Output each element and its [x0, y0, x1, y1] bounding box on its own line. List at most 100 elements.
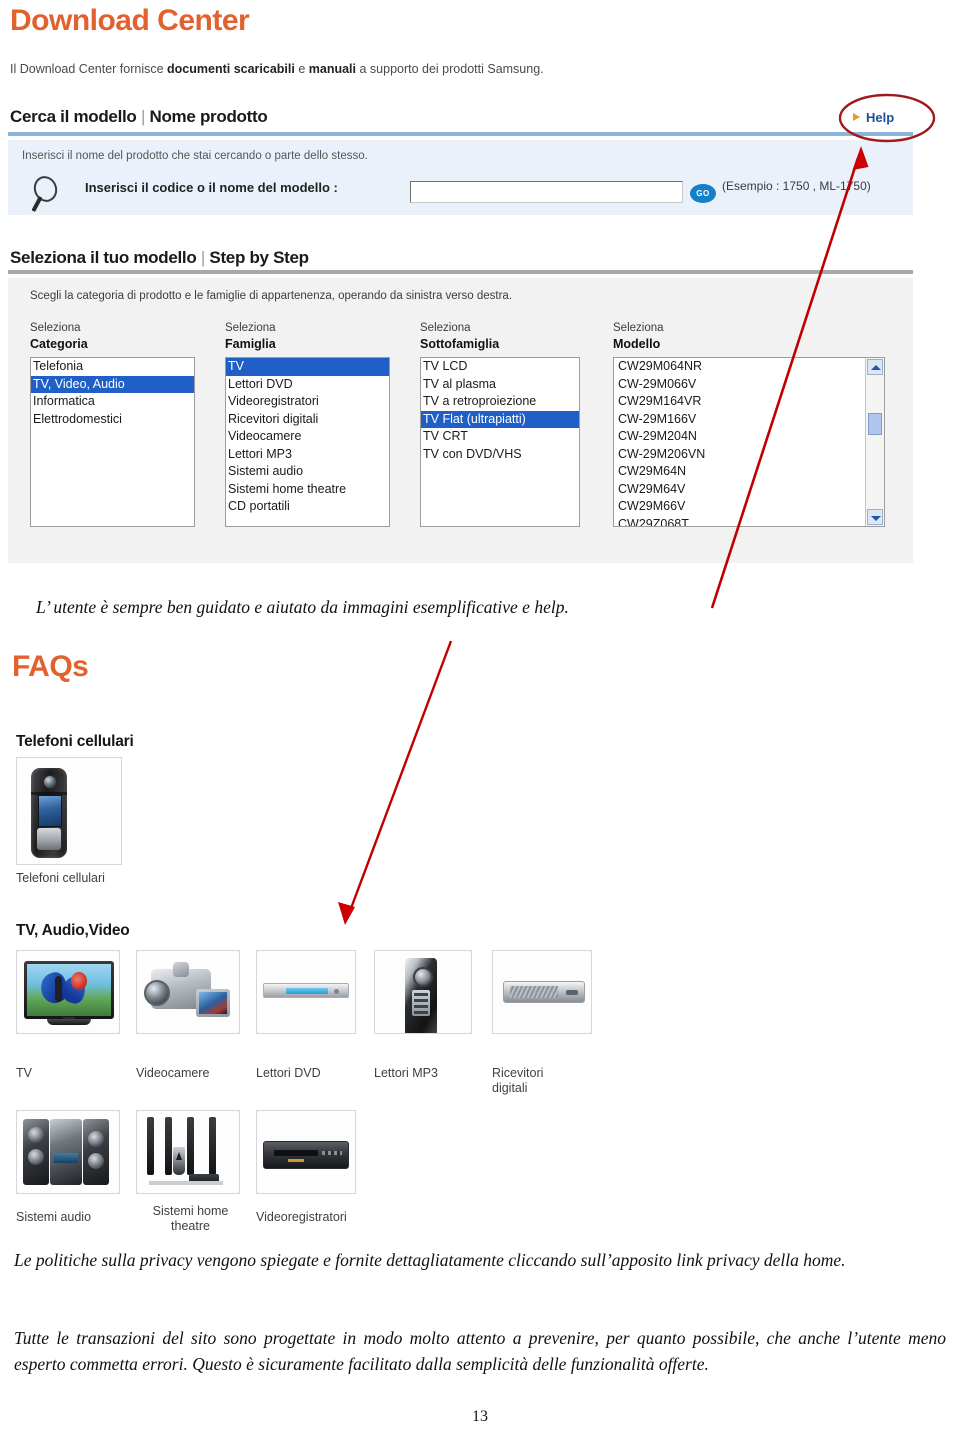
search-example-text: (Esempio : 1750 , ML-1750) — [722, 179, 871, 193]
step-section-heading: Seleziona il tuo modello | Step by Step — [10, 248, 309, 268]
arrow-to-grid-shaft — [348, 640, 453, 912]
arrow-to-grid-head — [338, 902, 355, 925]
sottofamiglia-listbox[interactable]: TV LCD TV al plasma TV a retroproiezione… — [420, 357, 580, 527]
sottofamiglia-option[interactable]: TV CRT — [421, 428, 579, 446]
categoria-listbox[interactable]: Telefonia TV, Video, Audio Informatica E… — [30, 357, 195, 527]
intro-text: Il Download Center fornisce documenti sc… — [10, 62, 544, 76]
download-center-screenshot: Download Center Il Download Center forni… — [0, 0, 915, 570]
faq-group-heading-tv-audio-video: TV, Audio,Video — [16, 922, 130, 939]
go-button[interactable]: GO — [690, 184, 716, 203]
famiglia-option-selected[interactable]: TV — [226, 358, 389, 376]
modello-option[interactable]: CW29M66V — [614, 498, 884, 516]
categoria-label-bottom: Categoria — [30, 337, 88, 351]
famiglia-listbox[interactable]: TV Lettori DVD Videoregistratori Ricevit… — [225, 357, 390, 527]
famiglia-label-top: Seleziona — [225, 322, 276, 334]
modello-option[interactable]: CW29M064NR — [614, 358, 884, 376]
modello-option[interactable]: CW29M64V — [614, 481, 884, 499]
categoria-option[interactable]: Telefonia — [31, 358, 194, 376]
camcorder-icon — [144, 962, 230, 1017]
modello-scrollbar[interactable] — [865, 358, 884, 526]
document-page: Download Center Il Download Center forni… — [0, 0, 960, 1453]
famiglia-option[interactable]: Videocamere — [226, 428, 389, 446]
famiglia-option[interactable]: Lettori MP3 — [226, 446, 389, 464]
home-theatre-icon — [143, 1117, 229, 1189]
categoria-option[interactable]: Informatica — [31, 393, 194, 411]
chevron-down-icon — [871, 516, 881, 521]
sottofamiglia-label-top: Seleziona — [420, 322, 471, 334]
chevron-up-icon — [871, 365, 881, 370]
dvd-player-icon — [263, 983, 349, 998]
faq-thumbnail-telefoni-cellulari[interactable] — [16, 757, 122, 865]
faqs-title: FAQs — [12, 650, 89, 683]
faq-caption-lettori-mp3: Lettori MP3 — [374, 1066, 438, 1080]
modello-listbox[interactable]: CW29M064NR CW-29M066V CW29M164VR CW-29M1… — [613, 357, 885, 527]
sottofamiglia-option[interactable]: TV al plasma — [421, 376, 579, 394]
select-column-modello: Seleziona Modello CW29M064NR CW-29M066V … — [613, 320, 885, 527]
famiglia-option[interactable]: Sistemi audio — [226, 463, 389, 481]
sottofamiglia-option[interactable]: TV LCD — [421, 358, 579, 376]
famiglia-option[interactable]: Ricevitori digitali — [226, 411, 389, 429]
sottofamiglia-label-bottom: Sottofamiglia — [420, 337, 500, 351]
paragraph-privacy: Le politiche sulla privacy vengono spieg… — [14, 1250, 846, 1270]
faq-thumbnail-sistemi-audio[interactable] — [16, 1110, 120, 1194]
scroll-up-button[interactable] — [867, 359, 883, 375]
step-heading-main: Seleziona il tuo modello — [10, 248, 197, 267]
famiglia-option[interactable]: Sistemi home theatre — [226, 481, 389, 499]
help-arrow-icon — [853, 113, 860, 121]
page-title: Download Center — [10, 4, 250, 37]
faq-caption-videoregistratori: Videoregistratori — [256, 1210, 347, 1224]
digital-receiver-icon — [503, 981, 585, 1003]
faq-thumbnail-videoregistratori[interactable] — [256, 1110, 356, 1194]
famiglia-option[interactable]: Videoregistratori — [226, 393, 389, 411]
step-heading-sub: Step by Step — [209, 248, 309, 267]
search-hint-text: Inserisci il nome del prodotto che stai … — [22, 150, 368, 162]
select-column-categoria: Seleziona Categoria Telefonia TV, Video,… — [30, 320, 195, 527]
caption-guided-help: L’ utente è sempre ben guidato e aiutato… — [36, 597, 569, 617]
faq-thumbnail-videocamere[interactable] — [136, 950, 240, 1034]
modello-option[interactable]: CW29M164VR — [614, 393, 884, 411]
faq-thumbnail-sistemi-home-theatre[interactable] — [136, 1110, 240, 1194]
faq-thumbnail-ricevitori-digitali[interactable] — [492, 950, 592, 1034]
faq-thumbnail-tv[interactable] — [16, 950, 120, 1034]
modello-option[interactable]: CW29M64N — [614, 463, 884, 481]
faq-thumbnail-lettori-dvd[interactable] — [256, 950, 356, 1034]
categoria-option-selected[interactable]: TV, Video, Audio — [31, 375, 194, 393]
faq-caption-videocamere: Videocamere — [136, 1066, 210, 1080]
faq-caption-sistemi-home-theatre: Sistemi home theatre — [152, 1204, 229, 1233]
scrollbar-thumb[interactable] — [868, 413, 882, 435]
faq-caption-lettori-dvd: Lettori DVD — [256, 1066, 321, 1080]
faq-caption-tv: TV — [16, 1066, 32, 1080]
modello-option[interactable]: CW-29M204N — [614, 428, 884, 446]
model-search-input[interactable] — [410, 181, 683, 203]
search-heading-separator: | — [136, 107, 150, 126]
flat-tv-icon — [24, 961, 114, 1019]
modello-label-bottom: Modello — [613, 337, 661, 351]
modello-option[interactable]: CW-29M166V — [614, 411, 884, 429]
modello-option[interactable]: CW29Z068T — [614, 516, 884, 527]
vcr-icon — [263, 1141, 349, 1169]
modello-option[interactable]: CW-29M066V — [614, 376, 884, 394]
sottofamiglia-option[interactable]: TV con DVD/VHS — [421, 446, 579, 464]
step-hint-text: Scegli la categoria di prodotto e le fam… — [30, 290, 513, 302]
search-section-heading: Cerca il modello | Nome prodotto — [10, 107, 268, 127]
famiglia-option[interactable]: Lettori DVD — [226, 376, 389, 394]
scroll-down-button[interactable] — [867, 509, 883, 525]
categoria-option[interactable]: Elettrodomestici — [31, 411, 194, 429]
tv-stand — [47, 1019, 91, 1025]
famiglia-label-bottom: Famiglia — [225, 337, 276, 351]
sottofamiglia-option-selected[interactable]: TV Flat (ultrapiatti) — [421, 410, 579, 428]
famiglia-option[interactable]: CD portatili — [226, 498, 389, 516]
sottofamiglia-option[interactable]: TV a retroproiezione — [421, 393, 579, 411]
step-heading-separator: | — [196, 248, 210, 267]
intro-bold-manuals: manuali — [308, 62, 357, 76]
intro-prefix: Il Download Center fornisce — [10, 62, 168, 76]
page-number: 13 — [472, 1408, 488, 1425]
magnifier-icon — [30, 172, 72, 215]
intro-suffix: a supporto dei prodotti Samsung. — [356, 62, 544, 76]
step-section-rule — [8, 270, 913, 274]
faq-group-heading-phones: Telefoni cellulari — [16, 733, 134, 750]
faq-caption-sistemi-audio: Sistemi audio — [16, 1210, 92, 1224]
modello-option[interactable]: CW-29M206VN — [614, 446, 884, 464]
faq-thumbnail-lettori-mp3[interactable] — [374, 950, 472, 1034]
help-button[interactable]: Help — [866, 110, 894, 125]
